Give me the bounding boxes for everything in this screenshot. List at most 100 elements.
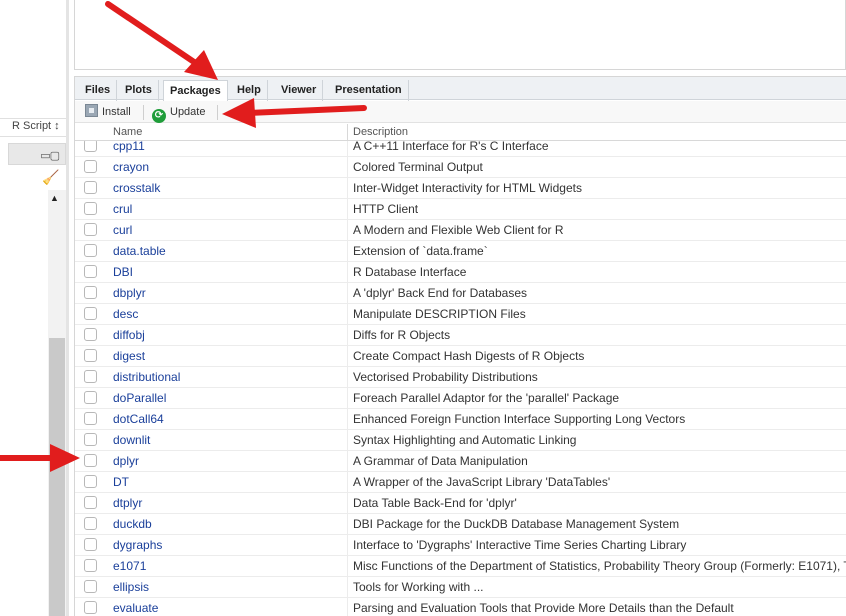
- package-name-link[interactable]: evaluate: [113, 601, 158, 615]
- package-checkbox[interactable]: [84, 412, 97, 425]
- column-divider: [347, 598, 348, 616]
- package-checkbox[interactable]: [84, 580, 97, 593]
- package-name-link[interactable]: dbplyr: [113, 286, 146, 300]
- column-header-name[interactable]: Name: [113, 126, 142, 138]
- package-name-link[interactable]: diffobj: [113, 328, 145, 342]
- package-checkbox[interactable]: [84, 202, 97, 215]
- package-checkbox[interactable]: [84, 517, 97, 530]
- package-description: Extension of `data.frame`: [353, 244, 488, 258]
- update-button[interactable]: ⟳ Update: [152, 104, 205, 123]
- package-name-link[interactable]: dtplyr: [113, 496, 142, 510]
- package-description: A Wrapper of the JavaScript Library 'Dat…: [353, 475, 611, 489]
- package-checkbox[interactable]: [84, 265, 97, 278]
- table-row[interactable]: dotCall64 Enhanced Foreign Function Inter…: [75, 409, 846, 430]
- package-name-link[interactable]: dplyr: [113, 454, 139, 468]
- package-checkbox[interactable]: [84, 496, 97, 509]
- package-checkbox[interactable]: [84, 244, 97, 257]
- package-description: Misc Functions of the Department of Stat…: [353, 559, 846, 573]
- pane-splitter[interactable]: [66, 0, 69, 616]
- table-row[interactable]: dbplyr A 'dplyr' Back End for Databases: [75, 283, 846, 304]
- package-checkbox[interactable]: [84, 307, 97, 320]
- environment-pane-header: ▭▢: [8, 143, 66, 165]
- table-row[interactable]: dygraphs Interface to 'Dygraphs' Interact…: [75, 535, 846, 556]
- package-name-link[interactable]: downlit: [113, 433, 150, 447]
- table-row[interactable]: crayon Colored Terminal Output: [75, 157, 846, 178]
- packages-pane: Files Plots Packages Help Viewer Present…: [74, 76, 846, 616]
- package-checkbox[interactable]: [84, 454, 97, 467]
- table-row[interactable]: e1071 Misc Functions of the Department of…: [75, 556, 846, 577]
- table-row[interactable]: desc Manipulate DESCRIPTION Files: [75, 304, 846, 325]
- package-description: A Grammar of Data Manipulation: [353, 454, 528, 468]
- package-checkbox[interactable]: [84, 559, 97, 572]
- package-name-link[interactable]: DBI: [113, 265, 133, 279]
- scroll-up-icon[interactable]: ▲: [50, 193, 59, 203]
- install-label: Install: [102, 106, 131, 118]
- column-divider: [347, 430, 348, 451]
- package-description: A Modern and Flexible Web Client for R: [353, 223, 564, 237]
- package-description: Diffs for R Objects: [353, 328, 451, 342]
- column-divider: [347, 388, 348, 409]
- script-type-select[interactable]: R Script ↕: [12, 120, 60, 132]
- package-checkbox[interactable]: [84, 370, 97, 383]
- package-checkbox[interactable]: [84, 328, 97, 341]
- column-divider: [347, 178, 348, 199]
- table-row[interactable]: DBI R Database Interface: [75, 262, 846, 283]
- package-name-link[interactable]: duckdb: [113, 517, 152, 531]
- package-checkbox[interactable]: [84, 601, 97, 614]
- package-name-link[interactable]: doParallel: [113, 391, 166, 405]
- package-name-link[interactable]: DT: [113, 475, 129, 489]
- package-name-link[interactable]: data.table: [113, 244, 166, 258]
- minimize-maximize-icon[interactable]: ▭▢: [40, 149, 60, 162]
- toolbar-divider: [143, 105, 144, 120]
- table-row[interactable]: dtplyr Data Table Back-End for 'dplyr': [75, 493, 846, 514]
- table-row[interactable]: crosstalk Inter-Widget Interactivity for …: [75, 178, 846, 199]
- package-name-link[interactable]: digest: [113, 349, 145, 363]
- package-checkbox[interactable]: [84, 160, 97, 173]
- table-row[interactable]: ellipsis Tools for Working with ...: [75, 577, 846, 598]
- package-checkbox[interactable]: [84, 286, 97, 299]
- package-name-link[interactable]: crul: [113, 202, 132, 216]
- table-row[interactable]: dplyr A Grammar of Data Manipulation: [75, 451, 846, 472]
- package-name-link[interactable]: desc: [113, 307, 138, 321]
- package-checkbox[interactable]: [84, 223, 97, 236]
- package-checkbox[interactable]: [84, 181, 97, 194]
- package-name-link[interactable]: ellipsis: [113, 580, 149, 594]
- package-description: Parsing and Evaluation Tools that Provid…: [353, 601, 734, 615]
- package-name-link[interactable]: dotCall64: [113, 412, 164, 426]
- column-divider: [347, 241, 348, 262]
- package-name-link[interactable]: distributional: [113, 370, 180, 384]
- package-checkbox[interactable]: [84, 349, 97, 362]
- package-description: Data Table Back-End for 'dplyr': [353, 496, 517, 510]
- package-name-link[interactable]: e1071: [113, 559, 146, 573]
- packages-toolbar: Install ⟳ Update: [75, 101, 846, 123]
- table-row[interactable]: diffobj Diffs for R Objects: [75, 325, 846, 346]
- package-description: A 'dplyr' Back End for Databases: [353, 286, 528, 300]
- table-row[interactable]: crul HTTP Client: [75, 199, 846, 220]
- column-divider: [347, 367, 348, 388]
- package-checkbox[interactable]: [84, 475, 97, 488]
- table-row[interactable]: distributional Vectorised Probability Dis…: [75, 367, 846, 388]
- table-row[interactable]: doParallel Foreach Parallel Adaptor for t…: [75, 388, 846, 409]
- package-checkbox[interactable]: [84, 391, 97, 404]
- scrollbar-thumb[interactable]: [49, 338, 65, 616]
- install-button[interactable]: Install: [85, 104, 131, 121]
- package-name-link[interactable]: crayon: [113, 160, 149, 174]
- table-row[interactable]: DT A Wrapper of the JavaScript Library 'D…: [75, 472, 846, 493]
- table-row[interactable]: digest Create Compact Hash Digests of R O…: [75, 346, 846, 367]
- table-row[interactable]: curl A Modern and Flexible Web Client for…: [75, 220, 846, 241]
- package-checkbox[interactable]: [84, 433, 97, 446]
- package-name-link[interactable]: cpp11: [113, 139, 145, 153]
- package-description: Tools for Working with ...: [353, 580, 484, 594]
- table-row[interactable]: duckdb DBI Package for the DuckDB Databas…: [75, 514, 846, 535]
- column-divider: [347, 493, 348, 514]
- table-row[interactable]: data.table Extension of `data.frame`: [75, 241, 846, 262]
- package-name-link[interactable]: curl: [113, 223, 132, 237]
- package-name-link[interactable]: crosstalk: [113, 181, 160, 195]
- package-checkbox[interactable]: [84, 538, 97, 551]
- table-row[interactable]: downlit Syntax Highlighting and Automatic…: [75, 430, 846, 451]
- package-name-link[interactable]: dygraphs: [113, 538, 162, 552]
- column-divider: [347, 346, 348, 367]
- table-row[interactable]: evaluate Parsing and Evaluation Tools tha…: [75, 598, 846, 616]
- broom-icon[interactable]: 🧹: [42, 169, 59, 186]
- column-divider: [347, 577, 348, 598]
